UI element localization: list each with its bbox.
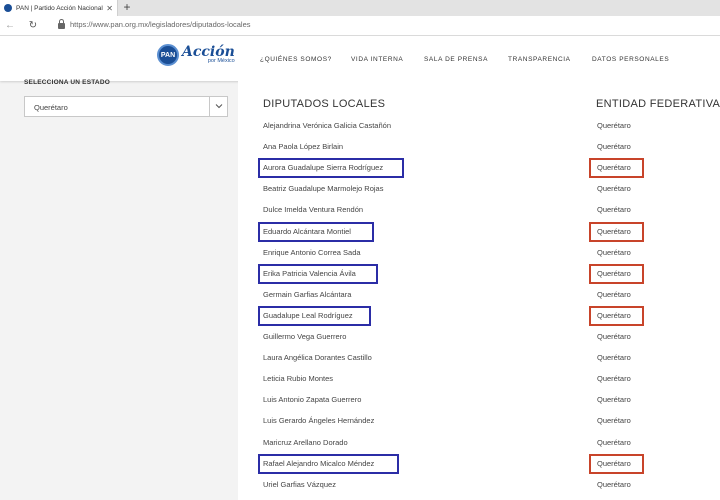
entidad-value: Querétaro — [597, 374, 631, 384]
table-row: Luis Antonio Zapata Guerrero Querétaro — [238, 391, 720, 411]
table-row: Enrique Antonio Correa Sada Querétaro — [238, 244, 720, 264]
state-select-label: SELECCIONA UN ESTADO — [24, 79, 110, 86]
column-header-diputados: DIPUTADOS LOCALES — [263, 98, 386, 110]
table-row: Beatriz Guadalupe Marmolejo Rojas Queréta… — [238, 180, 720, 200]
entidad-value: Querétaro — [597, 332, 631, 341]
menu-item-sala-de-prensa[interactable]: SALA DE PRENSA — [424, 56, 488, 63]
diputados-panel: DIPUTADOS LOCALES ENTIDAD FEDERATIVA Ale… — [238, 81, 720, 500]
select-divider — [209, 97, 210, 116]
entidad-value: Querétaro — [597, 247, 631, 257]
entidad-value: Querétaro — [597, 479, 631, 489]
reload-icon[interactable]: ↻ — [26, 19, 40, 33]
entidad-value: Querétaro — [597, 205, 631, 215]
entity-highlight-box — [589, 158, 644, 179]
entidad-value: Querétaro — [597, 416, 631, 426]
column-header-entidad: ENTIDAD FEDERATIVA — [596, 98, 720, 110]
back-arrow-icon[interactable]: ← — [3, 19, 17, 33]
logo-tagline: por México — [207, 58, 235, 65]
browser-tab[interactable]: PAN | Partido Acción Nacional ✕ — [0, 0, 118, 16]
entidad-value: Querétaro — [597, 142, 631, 152]
entidad-value: Querétaro — [597, 121, 631, 130]
table-row: Alejandrina Verónica Galicia Castañón Que… — [238, 117, 720, 137]
table-row: Aurora Guadalupe Sierra Rodríguez Queréta… — [238, 158, 720, 179]
menu-item-vida-interna[interactable]: VIDA INTERNA — [351, 56, 403, 63]
table-row: Leticia Rubio Montes Querétaro — [238, 370, 720, 390]
diputado-name[interactable]: Alejandrina Verónica Galicia Castañón — [263, 121, 391, 130]
entidad-value: Querétaro — [597, 184, 631, 194]
diputado-name[interactable]: Laura Angélica Dorantes Castillo — [263, 353, 372, 362]
browser-toolbar: ← ↻ https://www.pan.org.mx/legisladores/… — [0, 16, 720, 36]
table-row: Germain Garfias Alcántara Querétaro — [238, 286, 720, 306]
diputado-name[interactable]: Dulce Imelda Ventura Rendón — [263, 205, 363, 214]
pan-logo[interactable]: PAN Acción por México — [157, 44, 235, 66]
logo-badge: PAN — [157, 44, 179, 66]
state-select[interactable]: Querétaro — [24, 96, 228, 117]
address-bar[interactable]: https://www.pan.org.mx/legisladores/dipu… — [70, 20, 251, 29]
entidad-value: Querétaro — [597, 437, 631, 447]
diputado-name[interactable]: Luis Gerardo Ángeles Hernández — [263, 416, 374, 425]
close-tab-icon[interactable]: ✕ — [106, 4, 113, 13]
chevron-down-icon[interactable] — [215, 102, 223, 110]
diputado-name[interactable]: Enrique Antonio Correa Sada — [263, 248, 361, 257]
menu-item-quienes-somos[interactable]: ¿QUIÉNES SOMOS? — [260, 56, 332, 63]
browser-tabstrip: PAN | Partido Acción Nacional ✕ + — [0, 0, 720, 16]
name-highlight-box — [258, 158, 404, 179]
diputado-name[interactable]: Beatriz Guadalupe Marmolejo Rojas — [263, 184, 383, 193]
name-highlight-box — [258, 221, 374, 242]
table-row: Uriel Garfias Vázquez Querétaro — [238, 476, 720, 496]
diputado-name[interactable]: Uriel Garfias Vázquez — [263, 480, 336, 489]
site-header: PAN Acción por México ¿QUIÉNES SOMOS? VI… — [0, 36, 720, 81]
entity-highlight-box — [589, 263, 644, 284]
table-row: Maricruz Arellano Dorado Querétaro — [238, 434, 720, 454]
entity-highlight-box — [589, 305, 644, 326]
state-select-value: Querétaro — [34, 103, 68, 112]
table-row: Guadalupe Leal Rodríguez Querétaro — [238, 305, 720, 327]
pan-favicon-icon — [4, 4, 12, 12]
logo-wordmark: Acción — [182, 44, 235, 61]
diputado-name[interactable]: Leticia Rubio Montes — [263, 374, 333, 383]
diputado-name[interactable]: Luis Antonio Zapata Guerrero — [263, 395, 361, 404]
entidad-value: Querétaro — [597, 353, 631, 363]
menu-item-datos-personales[interactable]: DATOS PERSONALES — [592, 56, 669, 63]
new-tab-button[interactable]: + — [120, 0, 134, 16]
table-row: Ana Paola López Birlain Querétaro — [238, 138, 720, 158]
diputado-name[interactable]: Maricruz Arellano Dorado — [263, 438, 348, 447]
tab-title: PAN | Partido Acción Nacional — [16, 4, 103, 12]
table-row: Dulce Imelda Ventura Rendón Querétaro — [238, 201, 720, 221]
table-row: Rafael Alejandro Micalco Méndez Querétaro — [238, 453, 720, 475]
entidad-value: Querétaro — [597, 289, 631, 299]
diputado-name[interactable]: Germain Garfias Alcántara — [263, 290, 351, 299]
lock-icon[interactable] — [58, 19, 65, 30]
table-row: Guillermo Vega Guerrero Querétaro — [238, 328, 720, 348]
table-row: Eduardo Alcántara Montiel Querétaro — [238, 221, 720, 243]
name-highlight-box — [258, 453, 399, 474]
table-row: Erika Patricia Valencia Ávila Querétaro — [238, 263, 720, 285]
entity-highlight-box — [589, 221, 644, 242]
diputado-name[interactable]: Ana Paola López Birlain — [263, 142, 343, 151]
name-highlight-box — [258, 305, 371, 326]
table-row: Luis Gerardo Ángeles Hernández Querétaro — [238, 412, 720, 432]
menu-item-transparencia[interactable]: TRANSPARENCIA — [508, 56, 571, 63]
table-row: Laura Angélica Dorantes Castillo Querétar… — [238, 349, 720, 369]
name-highlight-box — [258, 263, 378, 284]
entidad-value: Querétaro — [597, 395, 631, 405]
diputado-name[interactable]: Guillermo Vega Guerrero — [263, 332, 346, 341]
entity-highlight-box — [589, 453, 644, 474]
